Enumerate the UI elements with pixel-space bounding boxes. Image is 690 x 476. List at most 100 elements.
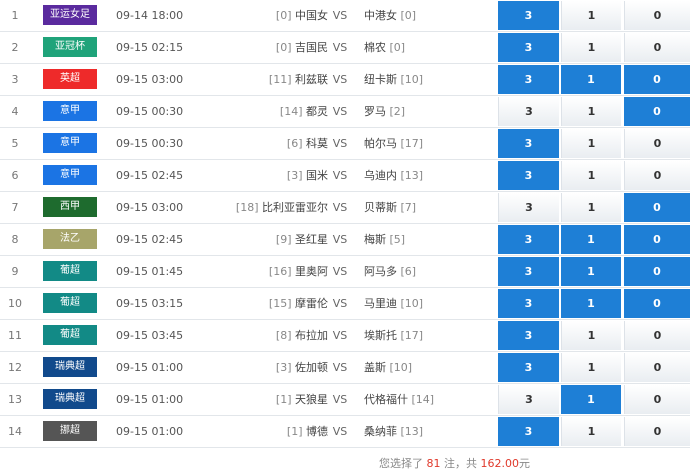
summary-amount: 162.00 [480, 457, 520, 470]
option-lose-button[interactable]: 0 [624, 353, 690, 382]
option-lose-button[interactable]: 0 [624, 33, 690, 62]
home-team: [11] 利兹联 [200, 64, 328, 95]
option-win-button[interactable]: 3 [498, 321, 559, 350]
option-win-button[interactable]: 3 [498, 1, 559, 30]
option-lose-button[interactable]: 0 [624, 65, 690, 94]
option-lose-button[interactable]: 0 [624, 225, 690, 254]
option-draw-button[interactable]: 1 [561, 97, 621, 126]
option-win-button[interactable]: 3 [498, 65, 559, 94]
home-team: [0] 吉国民 [200, 32, 328, 63]
option-draw-button[interactable]: 1 [561, 257, 621, 286]
league-badge: 西甲 [43, 192, 97, 223]
option-lose-button[interactable]: 0 [624, 161, 690, 190]
option-lose-button[interactable]: 0 [624, 257, 690, 286]
home-rank: [1] [286, 425, 303, 438]
option-draw-button[interactable]: 1 [561, 225, 621, 254]
option-win-button[interactable]: 3 [498, 257, 559, 286]
home-team: [14] 都灵 [200, 96, 328, 127]
option-draw-button[interactable]: 1 [561, 65, 621, 94]
away-team: 桑纳菲 [13] [364, 416, 494, 447]
home-team: [1] 天狼星 [200, 384, 328, 415]
summary-middle: 注，共 [440, 457, 481, 470]
away-team: 乌迪内 [13] [364, 160, 494, 191]
option-draw-button[interactable]: 1 [561, 129, 621, 158]
league-badge: 意甲 [43, 128, 97, 159]
vs-label: VS [332, 393, 348, 406]
away-rank: [6] [400, 265, 417, 278]
league-badge: 亚运女足 [43, 0, 97, 31]
option-draw-button[interactable]: 1 [561, 161, 621, 190]
option-win-button[interactable]: 3 [498, 225, 559, 254]
option-win-button[interactable]: 3 [498, 417, 559, 446]
option-draw-button[interactable]: 1 [561, 321, 621, 350]
option-draw-button[interactable]: 1 [561, 417, 621, 446]
away-rank: [14] [411, 393, 435, 406]
option-win-button[interactable]: 3 [498, 97, 559, 126]
summary-suffix: 元 [519, 457, 530, 470]
league-label: 瑞典超 [43, 389, 97, 409]
home-name: 国米 [306, 169, 328, 182]
option-draw-button[interactable]: 1 [561, 353, 621, 382]
home-name: 摩雷伦 [295, 297, 328, 310]
league-badge: 意甲 [43, 160, 97, 191]
home-name: 博德 [306, 425, 328, 438]
option-lose-button[interactable]: 0 [624, 1, 690, 30]
match-row: 9 葡超 09-15 01:45 [16] 里奥阿 VS 阿马多 [6] 3 1 0 [0, 256, 690, 288]
league-label: 葡超 [43, 325, 97, 345]
away-rank: [5] [389, 233, 406, 246]
league-label: 瑞典超 [43, 357, 97, 377]
option-lose-button[interactable]: 0 [624, 129, 690, 158]
option-lose-button[interactable]: 0 [624, 417, 690, 446]
vs-label: VS [332, 41, 348, 54]
option-draw-button[interactable]: 1 [561, 193, 621, 222]
option-win-button[interactable]: 3 [498, 161, 559, 190]
home-rank: [3] [286, 169, 303, 182]
vs-label: VS [332, 9, 348, 22]
home-rank: [0] [275, 9, 292, 22]
away-rank: [10] [400, 73, 424, 86]
home-rank: [9] [275, 233, 292, 246]
away-rank: [2] [389, 105, 406, 118]
option-draw-button[interactable]: 1 [561, 1, 621, 30]
option-lose-button[interactable]: 0 [624, 321, 690, 350]
option-win-button[interactable]: 3 [498, 193, 559, 222]
vs-label: VS [332, 329, 348, 342]
option-draw-button[interactable]: 1 [561, 289, 621, 318]
option-win-button[interactable]: 3 [498, 353, 559, 382]
option-win-button[interactable]: 3 [498, 33, 559, 62]
row-index: 12 [8, 361, 22, 374]
home-name: 科莫 [306, 137, 328, 150]
home-rank: [14] [279, 105, 303, 118]
league-badge: 英超 [43, 64, 97, 95]
option-lose-button[interactable]: 0 [624, 193, 690, 222]
home-rank: [18] [235, 201, 259, 214]
option-lose-button[interactable]: 0 [624, 289, 690, 318]
row-index: 13 [8, 393, 22, 406]
option-draw-button[interactable]: 1 [561, 385, 621, 414]
option-lose-button[interactable]: 0 [624, 97, 690, 126]
away-rank: [10] [400, 297, 424, 310]
option-win-button[interactable]: 3 [498, 289, 559, 318]
home-rank: [0] [275, 41, 292, 54]
home-name: 里奥阿 [295, 265, 328, 278]
away-team: 罗马 [2] [364, 96, 494, 127]
away-name: 阿马多 [364, 265, 397, 278]
option-lose-button[interactable]: 0 [624, 385, 690, 414]
option-draw-button[interactable]: 1 [561, 33, 621, 62]
away-name: 纽卡斯 [364, 73, 397, 86]
league-label: 意甲 [43, 133, 97, 153]
away-name: 帕尔马 [364, 137, 397, 150]
league-badge: 瑞典超 [43, 384, 97, 415]
home-rank: [11] [268, 73, 292, 86]
away-rank: [13] [400, 169, 424, 182]
row-index: 14 [8, 425, 22, 438]
away-team: 阿马多 [6] [364, 256, 494, 287]
away-rank: [17] [400, 137, 424, 150]
row-index: 5 [11, 137, 19, 150]
home-rank: [6] [286, 137, 303, 150]
option-win-button[interactable]: 3 [498, 129, 559, 158]
vs-label: VS [332, 137, 348, 150]
option-win-button[interactable]: 3 [498, 385, 559, 414]
away-name: 盖斯 [364, 361, 386, 374]
home-team: [16] 里奥阿 [200, 256, 328, 287]
